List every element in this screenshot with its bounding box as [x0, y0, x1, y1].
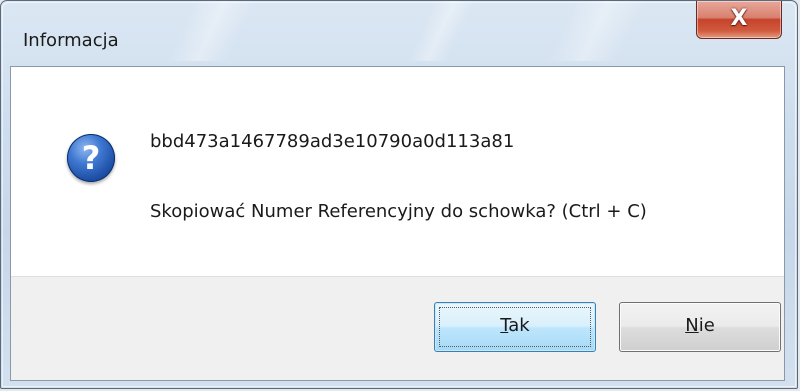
dialog-window: Informacja X bbd473a1467789ad3e10790a0d1… [0, 0, 798, 389]
window-title: Informacja [23, 30, 119, 51]
message-area: bbd473a1467789ad3e10790a0d113a81 Skopiow… [11, 67, 784, 276]
no-button-label: ie [698, 315, 715, 336]
reference-number: bbd473a1467789ad3e10790a0d113a81 [150, 131, 515, 152]
button-bar: Tak Nie [11, 276, 784, 380]
question-text: Skopiować Numer Referencyjny do schowka?… [150, 201, 647, 222]
yes-button[interactable]: Tak [434, 302, 596, 352]
yes-button-label: ak [508, 315, 530, 336]
close-button[interactable]: X [696, 1, 782, 39]
no-button-mnemonic: N [685, 315, 699, 336]
title-bar[interactable]: Informacja X [1, 1, 797, 65]
dialog-client-area: bbd473a1467789ad3e10790a0d113a81 Skopiow… [10, 66, 785, 381]
question-icon [67, 134, 115, 182]
close-icon: X [730, 6, 748, 31]
no-button[interactable]: Nie [619, 302, 781, 352]
